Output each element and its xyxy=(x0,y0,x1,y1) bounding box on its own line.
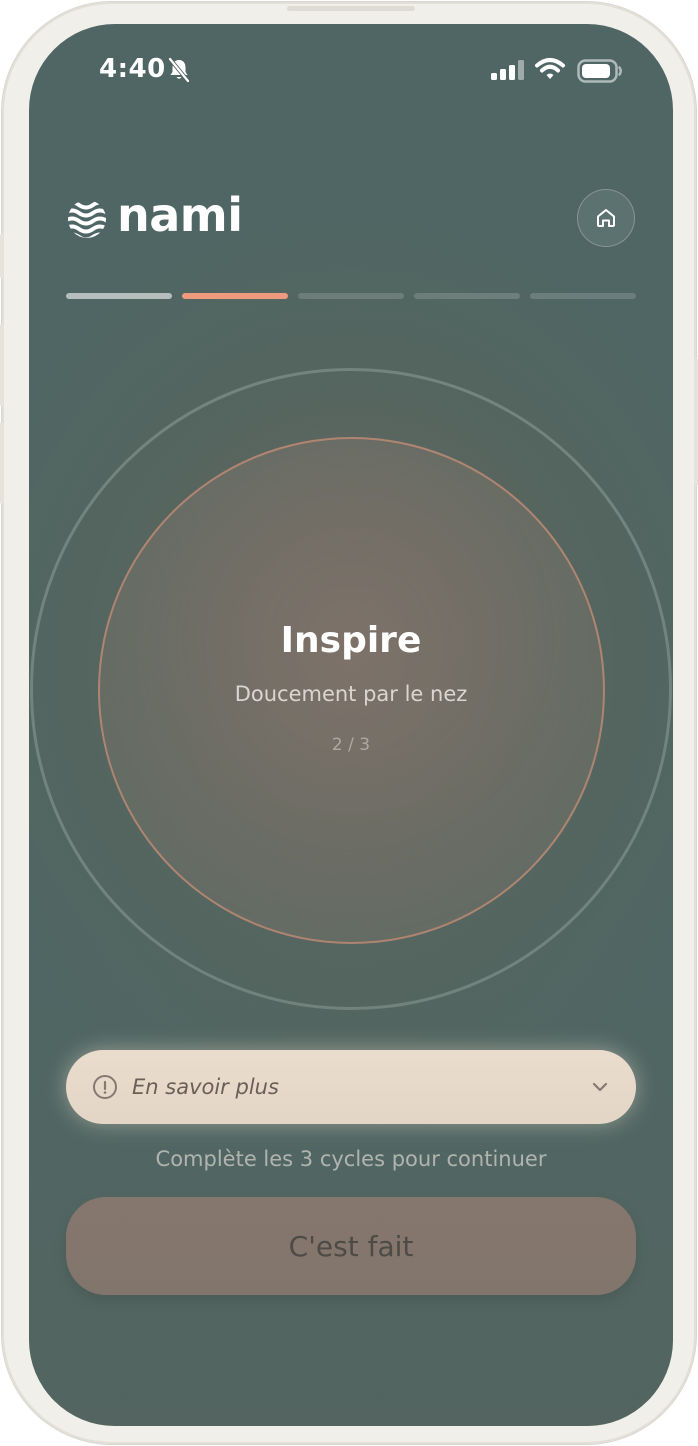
progress-segment xyxy=(66,293,172,299)
progress-segment-current xyxy=(182,293,288,299)
learn-more-accordion[interactable]: En savoir plus xyxy=(66,1050,636,1124)
phone-frame: 4:40 nami Inspire Doucement par le nez 2… xyxy=(0,2,698,1444)
done-button[interactable]: C'est fait xyxy=(66,1197,636,1295)
wifi-icon xyxy=(535,58,565,79)
battery-icon xyxy=(577,59,622,83)
breath-phase-title: Inspire xyxy=(280,620,422,661)
learn-more-label: En savoir plus xyxy=(132,1075,279,1099)
side-button-left-3 xyxy=(0,422,4,504)
progress-segment xyxy=(414,293,520,299)
phone-top-speaker xyxy=(287,6,415,11)
completion-hint: Complète les 3 cycles pour continuer xyxy=(155,1147,547,1171)
wave-logo-icon xyxy=(68,200,106,238)
app-screen: 4:40 nami Inspire Doucement par le nez 2… xyxy=(29,24,673,1426)
side-button-right xyxy=(694,358,698,486)
info-icon xyxy=(93,1075,117,1099)
app-logo-text: nami xyxy=(117,188,243,242)
cellular-signal-icon xyxy=(491,60,524,80)
home-button[interactable] xyxy=(577,189,635,247)
side-button-left-1 xyxy=(0,234,4,278)
cycle-counter: 2 / 3 xyxy=(331,735,371,755)
step-progress-bar xyxy=(66,293,636,299)
home-icon xyxy=(597,209,615,227)
progress-segment xyxy=(298,293,404,299)
progress-segment xyxy=(530,293,636,299)
chevron-down-icon xyxy=(592,1082,608,1092)
breath-phase-subtitle: Doucement par le nez xyxy=(234,682,468,706)
bell-muted-icon xyxy=(168,57,190,83)
side-button-left-2 xyxy=(0,324,4,406)
status-time: 4:40 xyxy=(99,54,166,84)
